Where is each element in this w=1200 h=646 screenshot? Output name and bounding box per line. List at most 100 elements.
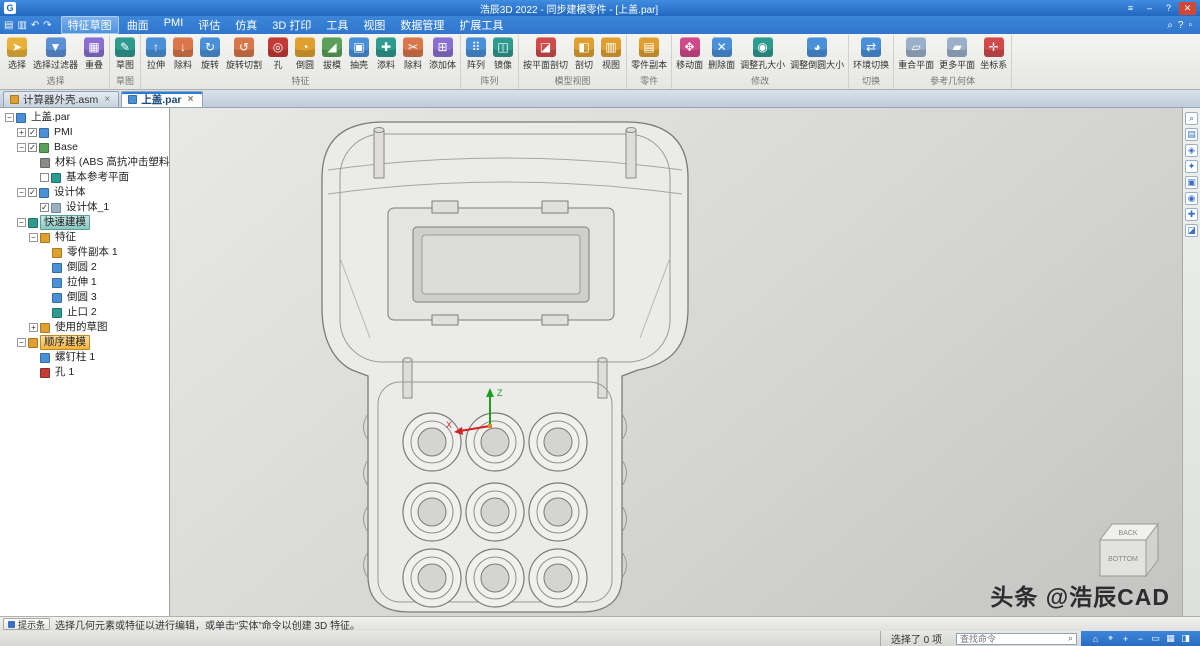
menu-tab[interactable]: 扩展工具 xyxy=(452,16,510,34)
menu-tab[interactable]: 评估 xyxy=(191,16,227,34)
tree-expander-icon[interactable]: + xyxy=(17,128,26,137)
tree-item[interactable]: − Base xyxy=(0,140,169,155)
right-toolbar-icon[interactable]: ◪ xyxy=(1185,224,1198,237)
menu-right-icon[interactable]: ▫ xyxy=(1188,20,1192,31)
menu-tab[interactable]: 曲面 xyxy=(120,16,156,34)
right-toolbar-icon[interactable]: ◉ xyxy=(1185,192,1198,205)
tree-item[interactable]: 设计体_1 xyxy=(0,200,169,215)
tree-checkbox[interactable] xyxy=(40,173,49,182)
tree-expander-icon[interactable]: − xyxy=(17,338,26,347)
document-tab[interactable]: 上盖.par × xyxy=(121,91,203,107)
ribbon-button[interactable]: ✕ 删除面 xyxy=(706,36,737,72)
view-command-icon[interactable]: ▦ xyxy=(1164,633,1177,644)
ribbon-button[interactable]: ✥ 移动面 xyxy=(674,36,705,72)
right-toolbar-icon[interactable]: ⌕ xyxy=(1185,112,1198,125)
tree-item[interactable]: + PMI xyxy=(0,125,169,140)
tree-checkbox[interactable] xyxy=(28,143,37,152)
right-toolbar-icon[interactable]: ✦ xyxy=(1185,160,1198,173)
ribbon-button[interactable]: ▦ 重叠 xyxy=(81,36,107,72)
tree-expander-icon[interactable]: − xyxy=(5,113,14,122)
menu-right-icon[interactable]: ⌕ xyxy=(1167,20,1173,31)
tree-checkbox[interactable] xyxy=(28,128,37,137)
view-command-icon[interactable]: ⌂ xyxy=(1089,634,1102,644)
tree-item[interactable]: − 特征 xyxy=(0,230,169,245)
ribbon-button[interactable]: ◪ 按平面剖切 xyxy=(521,36,570,72)
ribbon-button[interactable]: ↓ 除料 xyxy=(170,36,196,72)
command-search-input[interactable] xyxy=(956,633,1065,644)
tree-checkbox[interactable] xyxy=(40,203,49,212)
tab-close-icon[interactable]: × xyxy=(102,94,112,105)
ribbon-button[interactable]: ▱ 重合平面 xyxy=(896,36,936,72)
ribbon-button[interactable]: ▰ 更多平面 xyxy=(937,36,977,72)
view-command-icon[interactable]: ▭ xyxy=(1149,633,1162,644)
tree-item[interactable]: 基本参考平面 xyxy=(0,170,169,185)
tree-expander-icon[interactable]: − xyxy=(17,143,26,152)
window-control-button[interactable]: ✕ xyxy=(1179,1,1196,15)
tree-item[interactable]: − 设计体 xyxy=(0,185,169,200)
tree-item[interactable]: − 顺序建模 xyxy=(0,335,169,350)
menu-tab[interactable]: 视图 xyxy=(356,16,392,34)
view-command-icon[interactable]: ◨ xyxy=(1179,633,1192,644)
tree-item[interactable]: − 快速建模 xyxy=(0,215,169,230)
tree-expander-icon[interactable]: − xyxy=(29,233,38,242)
ribbon-button[interactable]: ✚ 添料 xyxy=(373,36,399,72)
right-toolbar-icon[interactable]: ▣ xyxy=(1185,176,1198,189)
tree-expander-icon[interactable]: − xyxy=(17,218,26,227)
ribbon-button[interactable]: ◔ 倒圆 xyxy=(292,36,318,72)
ribbon-button[interactable]: ⇄ 环境切换 xyxy=(851,36,891,72)
tree-item[interactable]: 倒圆 3 xyxy=(0,290,169,305)
model-viewport[interactable]: Z X BACK BOTTOM 头条 @浩辰CAD xyxy=(170,108,1182,616)
tree-item[interactable]: 拉伸 1 xyxy=(0,275,169,290)
ribbon-button[interactable]: ◫ 镜像 xyxy=(490,36,516,72)
search-icon[interactable]: ⌕ xyxy=(1065,633,1076,644)
ribbon-button[interactable]: ▥ 视图 xyxy=(598,36,624,72)
tree-item[interactable]: − 上盖.par xyxy=(0,110,169,125)
view-command-icon[interactable]: + xyxy=(1119,634,1132,644)
tree-item[interactable]: 孔 1 xyxy=(0,365,169,380)
tree-item[interactable]: 倒圆 2 xyxy=(0,260,169,275)
ribbon-button[interactable]: ⊞ 添加体 xyxy=(427,36,458,72)
menu-tab[interactable]: 数据管理 xyxy=(393,16,451,34)
model-canvas[interactable]: Z X BACK BOTTOM xyxy=(170,108,1182,616)
tree-item[interactable]: 螺钉柱 1 xyxy=(0,350,169,365)
ribbon-button[interactable]: ▣ 抽壳 xyxy=(346,36,372,72)
menu-tab[interactable]: 工具 xyxy=(319,16,355,34)
tree-item[interactable]: 止口 2 xyxy=(0,305,169,320)
tree-item[interactable]: 材料 (ABS 高抗冲击塑料) xyxy=(0,155,169,170)
ribbon-button[interactable]: ✛ 坐标系 xyxy=(978,36,1009,72)
tree-expander-icon[interactable]: + xyxy=(29,323,38,332)
tree-item[interactable]: + 使用的草图 xyxy=(0,320,169,335)
quick-access-icon[interactable]: ▥ xyxy=(17,20,26,31)
ribbon-button[interactable]: ▤ 零件副本 xyxy=(629,36,669,72)
ribbon-button[interactable]: ◎ 孔 xyxy=(265,36,291,72)
menu-tab[interactable]: 特征草图 xyxy=(60,16,119,34)
menu-tab[interactable]: 仿真 xyxy=(228,16,264,34)
ribbon-button[interactable]: ✎ 草图 xyxy=(112,36,138,72)
menu-tab[interactable]: PMI xyxy=(157,16,191,34)
model-3d-housing[interactable] xyxy=(321,121,689,613)
tree-expander-icon[interactable]: − xyxy=(17,188,26,197)
menu-tab[interactable]: 3D 打印 xyxy=(265,16,318,34)
command-search[interactable]: ⌕ xyxy=(955,632,1077,645)
ribbon-button[interactable]: ↻ 旋转 xyxy=(197,36,223,72)
ribbon-button[interactable]: ↑ 拉伸 xyxy=(143,36,169,72)
ribbon-button[interactable]: ✂ 除料 xyxy=(400,36,426,72)
quick-access-icon[interactable]: ▤ xyxy=(4,20,13,31)
window-control-button[interactable]: ? xyxy=(1160,2,1177,15)
tab-close-icon[interactable]: × xyxy=(186,94,196,105)
ribbon-button[interactable]: ◕ 调整倒圆大小 xyxy=(788,36,846,72)
tree-item[interactable]: 零件副本 1 xyxy=(0,245,169,260)
document-tab[interactable]: 计算器外壳.asm × xyxy=(3,91,120,107)
quick-access-icon[interactable]: ↷ xyxy=(43,20,51,31)
view-command-icon[interactable]: ⌖ xyxy=(1104,633,1117,644)
quick-access-icon[interactable]: ↶ xyxy=(31,20,39,31)
ribbon-button[interactable]: ◢ 拔模 xyxy=(319,36,345,72)
right-toolbar-icon[interactable]: ▤ xyxy=(1185,128,1198,141)
window-control-button[interactable]: ≡ xyxy=(1122,2,1139,15)
ribbon-button[interactable]: ▼ 选择过滤器 xyxy=(31,36,80,72)
menu-right-icon[interactable]: ? xyxy=(1178,20,1184,31)
view-cube[interactable]: BACK BOTTOM xyxy=(1099,522,1159,578)
right-toolbar-icon[interactable]: ◈ xyxy=(1185,144,1198,157)
tree-checkbox[interactable] xyxy=(28,188,37,197)
ribbon-button[interactable]: ➤ 选择 xyxy=(4,36,30,72)
